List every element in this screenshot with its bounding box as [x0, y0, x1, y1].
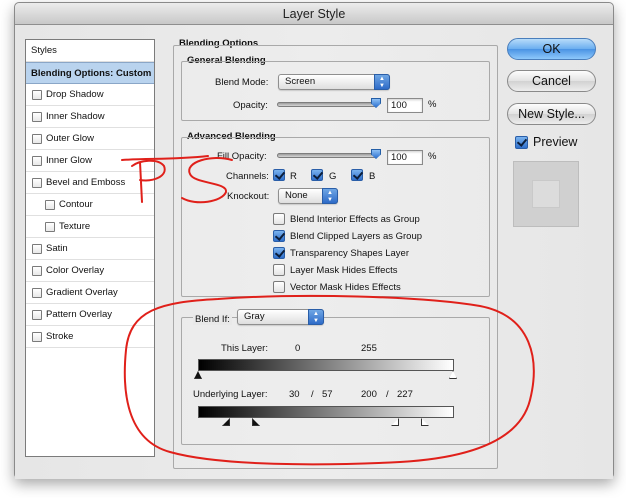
- transparency-shapes-label: Transparency Shapes Layer: [290, 248, 409, 259]
- knockout-select[interactable]: None ▲ ▼: [278, 188, 338, 204]
- popup-arrows-icon: ▲ ▼: [374, 74, 390, 90]
- stroke-checkbox[interactable]: [32, 332, 42, 342]
- cancel-button[interactable]: Cancel: [507, 70, 596, 92]
- preview-swatch-inner: [532, 180, 560, 208]
- preview-swatch: [513, 161, 579, 227]
- opacity-label: Opacity:: [233, 100, 268, 111]
- blend-mode-select[interactable]: Screen ▲ ▼: [278, 74, 390, 90]
- sidebar-item-stroke[interactable]: Stroke: [26, 326, 154, 348]
- fill-opacity-field[interactable]: 100: [387, 150, 423, 165]
- ok-button[interactable]: OK: [507, 38, 596, 60]
- underlying-high-b: 227: [397, 389, 413, 400]
- window-title: Layer Style: [15, 3, 613, 25]
- gradient-overlay-checkbox[interactable]: [32, 288, 42, 298]
- this-layer-high-value: 255: [361, 343, 377, 354]
- blend-interior-checkbox[interactable]: [273, 213, 285, 225]
- drop-shadow-checkbox[interactable]: [32, 90, 42, 100]
- sidebar-item-contour[interactable]: Contour: [26, 194, 154, 216]
- underlying-low-sep: /: [311, 389, 314, 400]
- opacity-unit: %: [428, 99, 437, 110]
- underlying-layer-gradient: [198, 406, 454, 418]
- preview-label: Preview: [533, 135, 578, 149]
- inner-shadow-checkbox[interactable]: [32, 112, 42, 122]
- color-overlay-checkbox[interactable]: [32, 266, 42, 276]
- layer-style-dialog: Layer Style Styles Blending Options: Cus…: [14, 2, 614, 479]
- channel-b-label: B: [369, 171, 376, 182]
- inner-glow-checkbox[interactable]: [32, 156, 42, 166]
- preview-checkbox[interactable]: [515, 136, 528, 149]
- sidebar-item-inner-shadow[interactable]: Inner Shadow: [26, 106, 154, 128]
- opacity-slider[interactable]: [277, 102, 378, 107]
- new-style-button[interactable]: New Style...: [507, 103, 596, 125]
- blend-interior-label: Blend Interior Effects as Group: [290, 214, 420, 225]
- blend-clipped-checkbox[interactable]: [273, 230, 285, 242]
- sidebar-item-blending-options[interactable]: Blending Options: Custom: [26, 62, 154, 84]
- outer-glow-checkbox[interactable]: [32, 134, 42, 144]
- styles-list: Styles Blending Options: Custom Drop Sha…: [25, 39, 155, 457]
- texture-checkbox[interactable]: [45, 222, 55, 232]
- this-layer-label: This Layer:: [221, 343, 268, 354]
- styles-header[interactable]: Styles: [26, 40, 154, 62]
- pattern-overlay-checkbox[interactable]: [32, 310, 42, 320]
- fill-opacity-slider[interactable]: [277, 153, 378, 158]
- sidebar-item-drop-shadow[interactable]: Drop Shadow: [26, 84, 154, 106]
- sidebar-item-satin[interactable]: Satin: [26, 238, 154, 260]
- blend-clipped-label: Blend Clipped Layers as Group: [290, 231, 423, 242]
- satin-checkbox[interactable]: [32, 244, 42, 254]
- this-layer-low-value: 0: [295, 343, 301, 354]
- popup-arrows-icon: ▲ ▼: [322, 188, 338, 204]
- channel-g-checkbox[interactable]: [311, 169, 323, 181]
- layer-mask-hides-label: Layer Mask Hides Effects: [290, 265, 398, 276]
- channel-r-label: R: [290, 171, 297, 182]
- sidebar-item-inner-glow[interactable]: Inner Glow: [26, 150, 154, 172]
- fill-opacity-label: Fill Opacity:: [217, 151, 267, 162]
- channel-b-checkbox[interactable]: [351, 169, 363, 181]
- sidebar-item-pattern-overlay[interactable]: Pattern Overlay: [26, 304, 154, 326]
- sidebar-item-texture[interactable]: Texture: [26, 216, 154, 238]
- vector-mask-hides-label: Vector Mask Hides Effects: [290, 282, 401, 293]
- layer-mask-hides-checkbox[interactable]: [273, 264, 285, 276]
- sidebar-item-bevel-emboss[interactable]: Bevel and Emboss: [26, 172, 154, 194]
- vector-mask-hides-checkbox[interactable]: [273, 281, 285, 293]
- underlying-low-b: 57: [322, 389, 333, 400]
- underlying-high-sep: /: [386, 389, 389, 400]
- knockout-label: Knockout:: [227, 191, 270, 202]
- popup-arrows-icon: ▲ ▼: [308, 309, 324, 325]
- bevel-emboss-checkbox[interactable]: [32, 178, 42, 188]
- blend-if-label: Blend If:: [193, 314, 232, 325]
- channels-label: Channels:: [226, 171, 269, 182]
- channel-g-label: G: [329, 171, 337, 182]
- general-blending-group: [181, 61, 490, 121]
- sidebar-item-color-overlay[interactable]: Color Overlay: [26, 260, 154, 282]
- fill-opacity-unit: %: [428, 151, 437, 162]
- underlying-high-a: 200: [361, 389, 377, 400]
- channel-r-checkbox[interactable]: [273, 169, 285, 181]
- this-layer-gradient: [198, 359, 454, 371]
- blend-if-select[interactable]: Gray ▲ ▼: [237, 309, 324, 325]
- sidebar-item-gradient-overlay[interactable]: Gradient Overlay: [26, 282, 154, 304]
- sidebar-item-outer-glow[interactable]: Outer Glow: [26, 128, 154, 150]
- blend-mode-label: Blend Mode:: [215, 77, 269, 88]
- contour-checkbox[interactable]: [45, 200, 55, 210]
- underlying-low-a: 30: [289, 389, 300, 400]
- dialog-body: Styles Blending Options: Custom Drop Sha…: [15, 25, 613, 479]
- opacity-field[interactable]: 100: [387, 98, 423, 113]
- transparency-shapes-checkbox[interactable]: [273, 247, 285, 259]
- underlying-layer-label: Underlying Layer:: [193, 389, 268, 400]
